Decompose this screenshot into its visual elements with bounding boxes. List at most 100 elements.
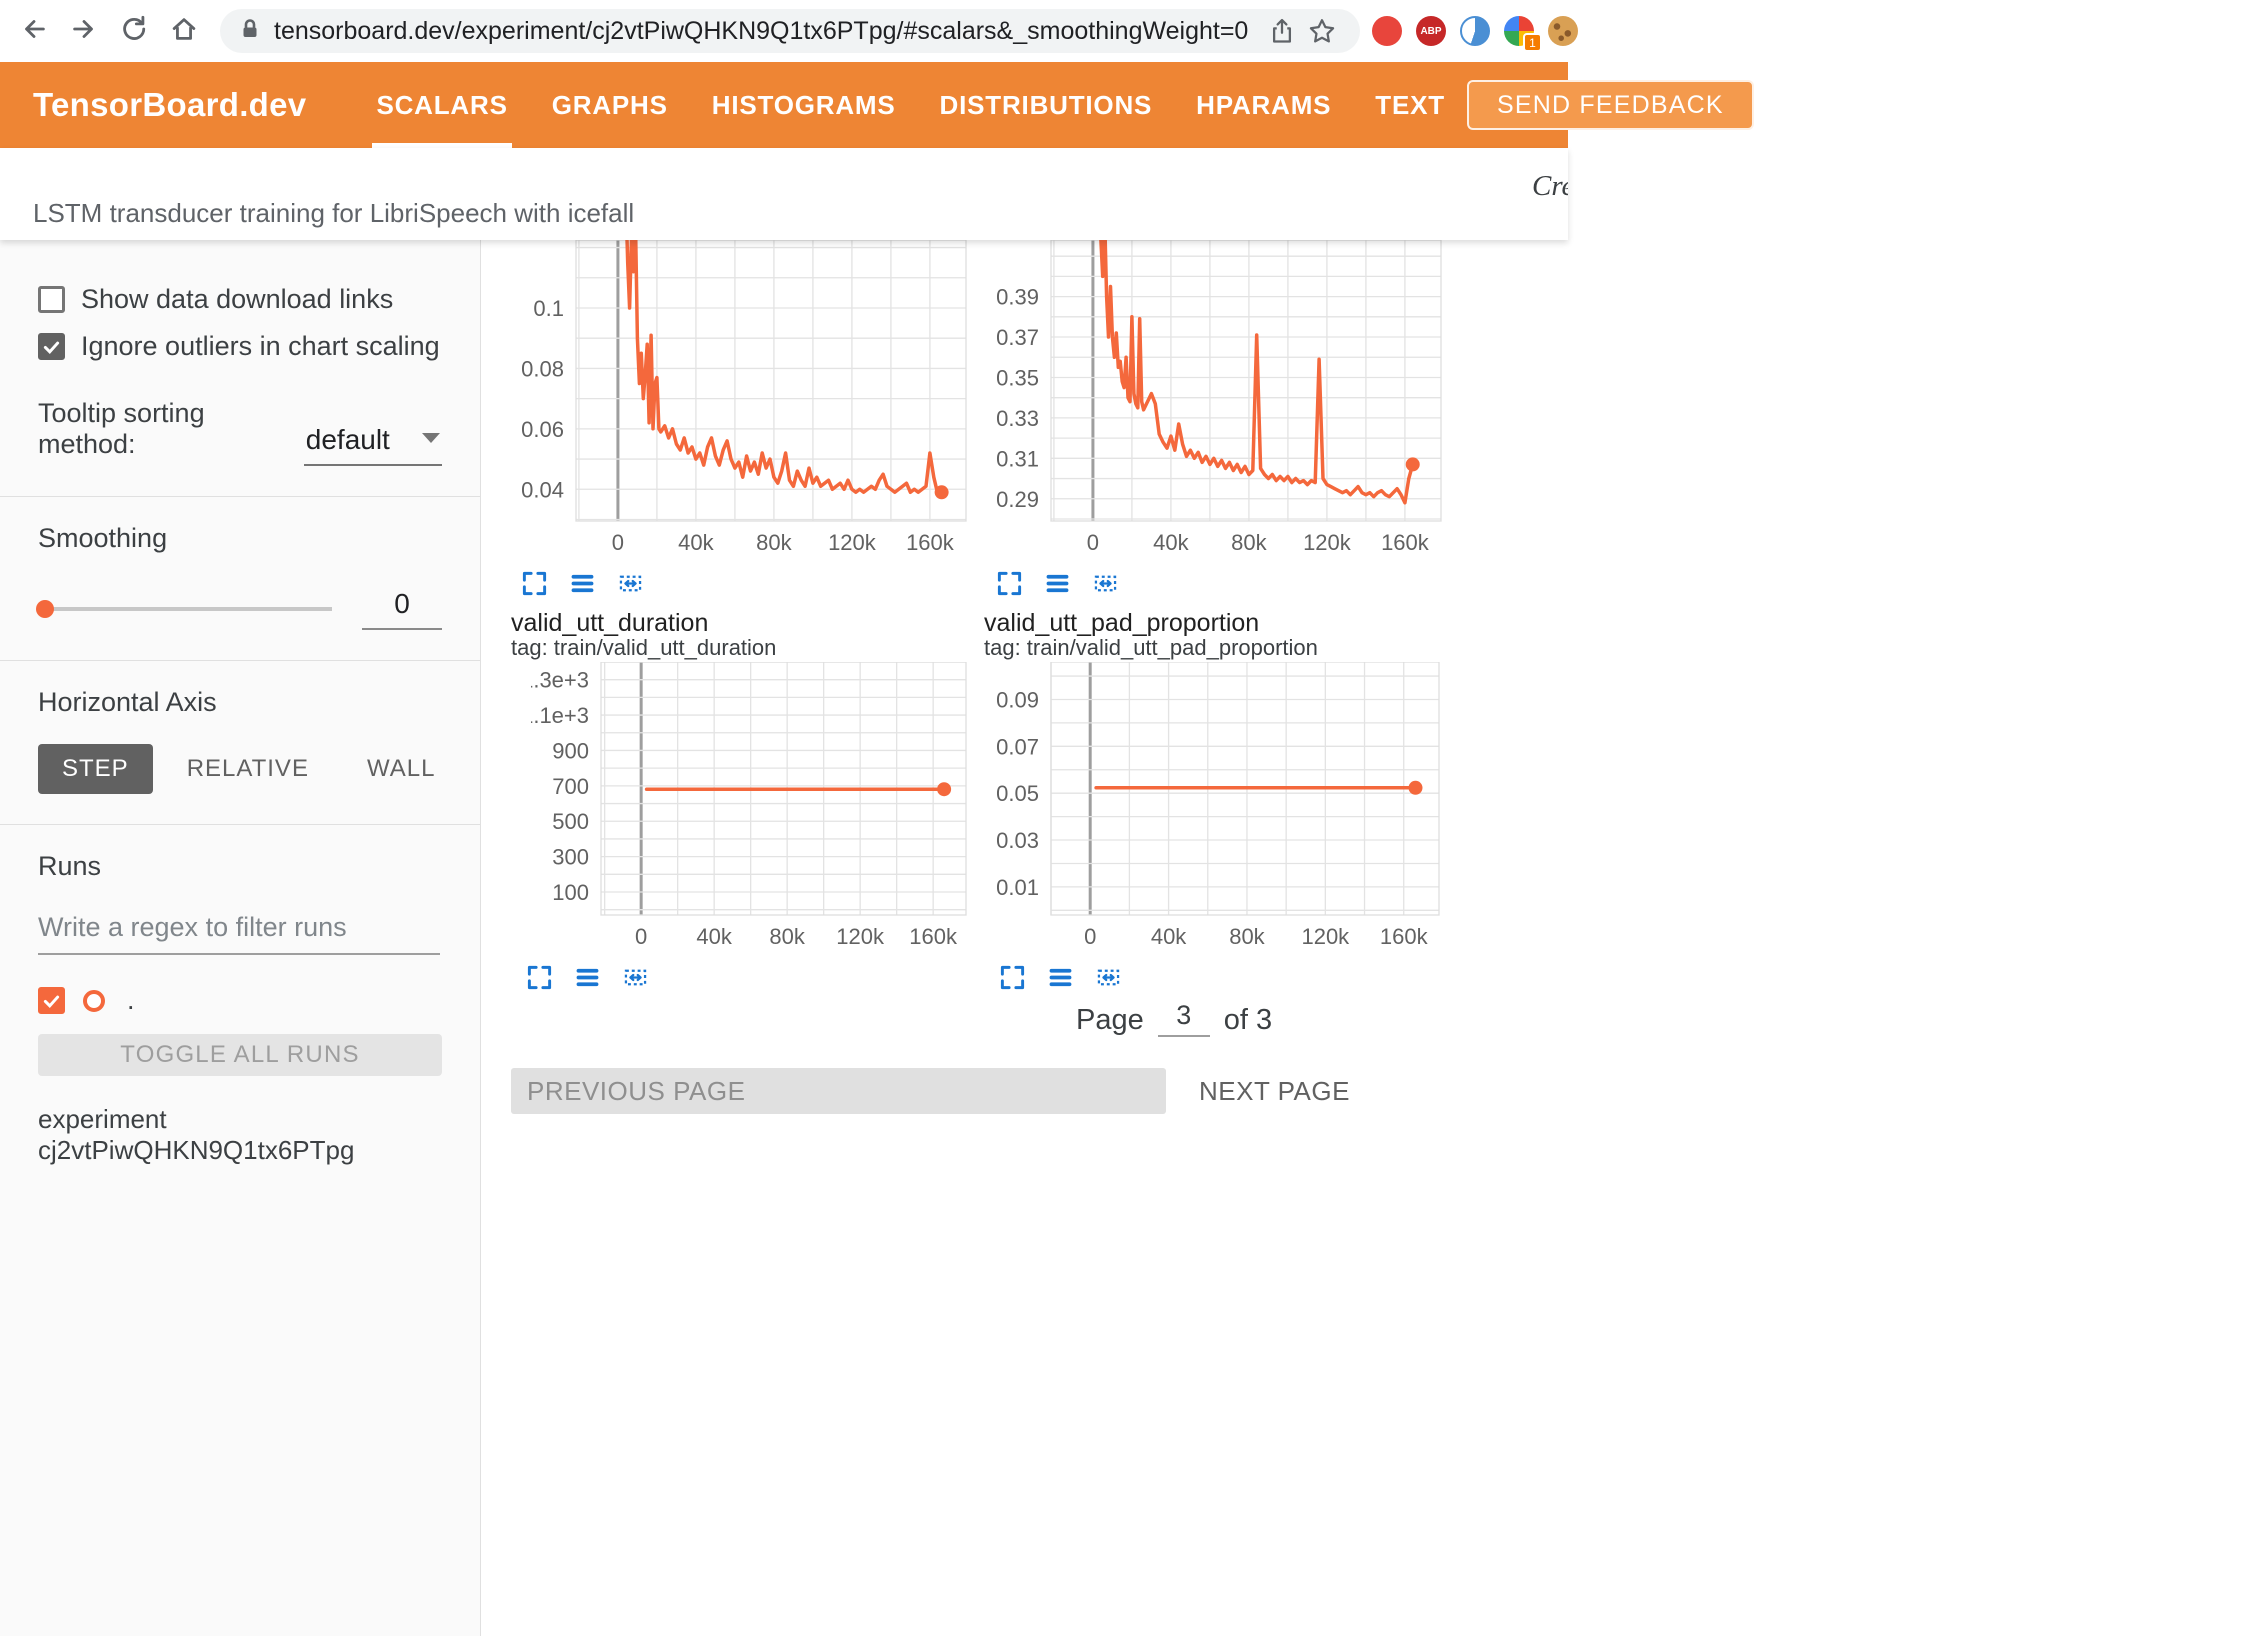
bookmark-star-icon[interactable] bbox=[1302, 11, 1342, 51]
chart-toolbar bbox=[995, 569, 1461, 597]
svg-text:500: 500 bbox=[552, 809, 589, 834]
svg-text:0.09: 0.09 bbox=[996, 687, 1039, 712]
show-download-links-row[interactable]: Show data download links bbox=[38, 284, 442, 315]
axis-wall-button[interactable]: WALL bbox=[343, 744, 459, 794]
expand-chart-icon[interactable] bbox=[525, 963, 553, 991]
chart-plot[interactable]: 0.010.030.050.070.09040k80k120k160k bbox=[981, 662, 1459, 955]
chart-title: valid_utt_pad_proportion bbox=[984, 610, 1459, 636]
chart-plot[interactable]: 1003005007009001.1e+31.3e+3040k80k120k16… bbox=[531, 662, 986, 955]
line-chart-svg[interactable]: 0.290.310.330.350.370.39040k80k120k160k bbox=[981, 240, 1461, 556]
tab-graphs[interactable]: GRAPHS bbox=[530, 62, 690, 148]
svg-text:0.39: 0.39 bbox=[996, 285, 1039, 310]
forward-arrow-icon bbox=[69, 14, 99, 49]
cookie-extension-icon[interactable] bbox=[1548, 16, 1578, 46]
home-icon bbox=[169, 14, 199, 49]
tab-scalars[interactable]: SCALARS bbox=[354, 62, 529, 148]
expand-chart-icon[interactable] bbox=[998, 963, 1026, 991]
line-chart-svg[interactable]: 0.040.060.080.1040k80k120k160k bbox=[506, 240, 986, 556]
svg-text:80k: 80k bbox=[769, 924, 805, 949]
smoothing-slider[interactable] bbox=[38, 607, 332, 611]
chart-toolbar bbox=[525, 963, 986, 991]
svg-text:0.01: 0.01 bbox=[996, 875, 1039, 900]
svg-text:80k: 80k bbox=[1229, 924, 1265, 949]
fit-domain-icon[interactable] bbox=[1094, 963, 1122, 991]
data-table-icon[interactable] bbox=[1043, 569, 1071, 597]
axis-relative-button[interactable]: RELATIVE bbox=[163, 744, 333, 794]
svg-text:900: 900 bbox=[552, 738, 589, 763]
fit-domain-icon[interactable] bbox=[616, 569, 644, 597]
chart-tag: tag: train/valid_utt_duration bbox=[511, 636, 986, 660]
back-button[interactable] bbox=[12, 9, 56, 53]
home-button[interactable] bbox=[162, 9, 206, 53]
expand-chart-icon[interactable] bbox=[995, 569, 1023, 597]
smoothing-slider-thumb[interactable] bbox=[36, 600, 54, 618]
chart-plot[interactable]: 0.290.310.330.350.370.39040k80k120k160k bbox=[981, 240, 1461, 561]
share-icon[interactable] bbox=[1262, 11, 1302, 51]
extensions-row: ABP 1 bbox=[1372, 16, 1578, 46]
svg-text:0: 0 bbox=[635, 924, 647, 949]
series-endpoint bbox=[1406, 457, 1420, 471]
forward-button[interactable] bbox=[62, 9, 106, 53]
notification-badge: 1 bbox=[1523, 33, 1542, 52]
tooltip-sorting-label: Tooltip sorting method: bbox=[38, 398, 288, 466]
expand-chart-icon[interactable] bbox=[520, 569, 548, 597]
horizontal-axis-section: Horizontal Axis STEP RELATIVE WALL bbox=[0, 661, 480, 825]
data-table-icon[interactable] bbox=[573, 963, 601, 991]
tab-text[interactable]: TEXT bbox=[1353, 62, 1467, 148]
run-checkbox[interactable] bbox=[38, 987, 65, 1014]
tab-histograms[interactable]: HISTOGRAMS bbox=[690, 62, 918, 148]
page-label: Page bbox=[1076, 1004, 1144, 1037]
run-color-swatch[interactable] bbox=[83, 990, 105, 1012]
tab-hparams[interactable]: HPARAMS bbox=[1174, 62, 1353, 148]
tooltip-sorting-dropdown[interactable]: default bbox=[304, 422, 442, 466]
refresh-icon bbox=[119, 14, 149, 49]
svg-text:0.33: 0.33 bbox=[996, 406, 1039, 431]
experiment-description: LSTM transducer training for LibriSpeech… bbox=[33, 198, 634, 229]
svg-text:0.03: 0.03 bbox=[996, 828, 1039, 853]
svg-text:0.04: 0.04 bbox=[521, 477, 564, 502]
refresh-button[interactable] bbox=[112, 9, 156, 53]
experiment-name: experiment cj2vtPiwQHKN9Q1tx6PTpg bbox=[38, 1104, 442, 1166]
address-bar[interactable]: tensorboard.dev/experiment/cj2vtPiwQHKN9… bbox=[220, 9, 1360, 53]
svg-text:0.35: 0.35 bbox=[996, 365, 1039, 390]
smoothing-value-input[interactable]: 0 bbox=[362, 588, 442, 630]
axis-step-button[interactable]: STEP bbox=[38, 744, 153, 794]
chart-top-right: 0.290.310.330.350.370.39040k80k120k160k bbox=[981, 240, 1461, 597]
adblock-extension-icon[interactable] bbox=[1372, 16, 1402, 46]
chart-toolbar bbox=[998, 963, 1459, 991]
abp-extension-icon[interactable]: ABP bbox=[1416, 16, 1446, 46]
line-chart-svg[interactable]: 1003005007009001.1e+31.3e+3040k80k120k16… bbox=[531, 662, 986, 950]
svg-text:1.3e+3: 1.3e+3 bbox=[531, 668, 589, 693]
runs-section: Runs . TOGGLE ALL RUNS experiment cj2vtP… bbox=[0, 825, 480, 1196]
next-page-button[interactable]: NEXT PAGE bbox=[1187, 1068, 1362, 1114]
line-chart-svg[interactable]: 0.010.030.050.070.09040k80k120k160k bbox=[981, 662, 1459, 950]
tooltip-sorting-value: default bbox=[306, 424, 390, 456]
pagination: Page of 3 bbox=[1076, 1000, 1272, 1037]
runs-filter-input[interactable] bbox=[38, 912, 440, 955]
tab-distributions[interactable]: DISTRIBUTIONS bbox=[918, 62, 1175, 148]
data-table-icon[interactable] bbox=[1046, 963, 1074, 991]
chart-plot[interactable]: 0.040.060.080.1040k80k120k160k bbox=[506, 240, 986, 561]
profile-avatar[interactable]: 1 bbox=[1504, 16, 1534, 46]
fit-domain-icon[interactable] bbox=[621, 963, 649, 991]
subheader: Crea LSTM transducer training for LibriS… bbox=[0, 148, 1568, 240]
show-download-links-checkbox[interactable] bbox=[38, 286, 65, 313]
fit-domain-icon[interactable] bbox=[1091, 569, 1119, 597]
pie-extension-icon[interactable] bbox=[1460, 16, 1490, 46]
horizontal-axis-label: Horizontal Axis bbox=[38, 687, 442, 718]
svg-text:0.07: 0.07 bbox=[996, 734, 1039, 759]
header-tabs: SCALARSGRAPHSHISTOGRAMSDISTRIBUTIONSHPAR… bbox=[354, 62, 1467, 148]
browser-window: tensorboard.dev/experiment/cj2vtPiwQHKN9… bbox=[0, 0, 1568, 1636]
svg-text:80k: 80k bbox=[756, 530, 792, 555]
page-number-input[interactable] bbox=[1158, 1000, 1210, 1037]
send-feedback-button[interactable]: SEND FEEDBACK bbox=[1467, 80, 1754, 130]
tensorboard-header: TensorBoard.dev SCALARSGRAPHSHISTOGRAMSD… bbox=[0, 62, 1568, 148]
ignore-outliers-row[interactable]: Ignore outliers in chart scaling bbox=[38, 331, 442, 362]
previous-page-button[interactable]: PREVIOUS PAGE bbox=[511, 1068, 1166, 1114]
data-table-icon[interactable] bbox=[568, 569, 596, 597]
svg-text:160k: 160k bbox=[906, 530, 955, 555]
chart-valid-utt-duration: valid_utt_duration tag: train/valid_utt_… bbox=[511, 610, 986, 991]
chevron-down-icon bbox=[422, 433, 440, 443]
ignore-outliers-checkbox[interactable] bbox=[38, 333, 65, 360]
toggle-all-runs-button[interactable]: TOGGLE ALL RUNS bbox=[38, 1034, 442, 1076]
